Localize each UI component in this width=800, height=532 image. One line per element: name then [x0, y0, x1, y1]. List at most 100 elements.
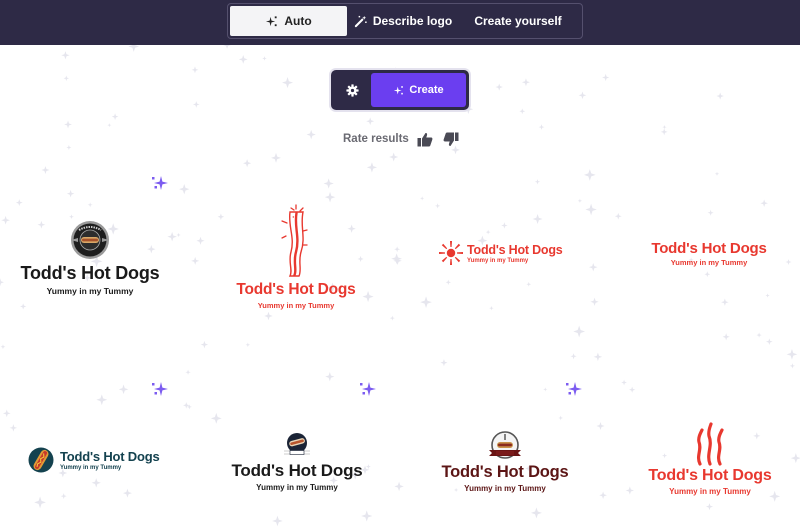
tab-describe-logo[interactable]: Describe logo: [347, 6, 459, 36]
tab-auto-label: Auto: [284, 14, 312, 28]
sparkles-icon: [394, 85, 404, 94]
logo-7-title: Todd's Hot Dogs: [441, 463, 569, 481]
background-sparkle: [192, 101, 200, 108]
background-sparkle: [20, 303, 27, 310]
thumbs-down-icon: [443, 132, 459, 146]
background-sparkle: [325, 372, 335, 382]
background-sparkle: [179, 184, 190, 195]
sparkle-accent-icon: [152, 382, 168, 396]
logo-option-5[interactable]: Todd's Hot Dogs Yummy in my Tummy: [28, 447, 160, 473]
logo-2-title: Todd's Hot Dogs: [236, 281, 356, 298]
logo-option-2[interactable]: Todd's Hot Dogs Yummy in my Tummy: [226, 202, 366, 310]
background-sparkle: [570, 353, 577, 360]
background-sparkle: [107, 123, 112, 128]
background-sparkle: [585, 203, 597, 216]
background-sparkle: [191, 66, 199, 74]
background-sparkle: [596, 422, 605, 431]
background-sparkle: [662, 124, 667, 130]
background-sparkle: [91, 478, 101, 488]
logo-option-7[interactable]: Todd's Hot Dogs Yummy in my Tummy: [432, 430, 578, 493]
background-sparkle: [593, 352, 603, 362]
logo-option-1[interactable]: Todd's Hot Dogs Yummy in my Tummy: [20, 220, 160, 296]
background-sparkle: [532, 214, 543, 224]
create-button[interactable]: Create: [371, 73, 466, 107]
background-sparkle: [185, 369, 191, 375]
background-sparkle: [63, 75, 70, 82]
magic-wand-icon: [354, 15, 367, 27]
background-sparkle: [191, 256, 200, 265]
background-sparkle: [530, 507, 542, 519]
tab-describe-logo-label: Describe logo: [372, 14, 453, 28]
background-sparkle: [34, 496, 46, 509]
background-sparkle: [41, 166, 50, 175]
hotdog-circle-icon: [28, 447, 54, 473]
logo-2-tagline: Yummy in my Tummy: [257, 301, 335, 310]
background-sparkle: [64, 120, 72, 129]
background-sparkle: [200, 340, 209, 349]
background-sparkle: [707, 209, 714, 216]
sunburst-icon: [439, 241, 463, 265]
background-sparkle: [760, 199, 768, 207]
background-sparkle: [721, 298, 729, 306]
background-sparkle: [538, 124, 545, 130]
logo-option-3[interactable]: Todd's Hot Dogs Yummy in my Tummy: [438, 240, 563, 266]
bacon-strip-icon: [281, 204, 308, 277]
logo-option-6[interactable]: Todd's Hot Dogs Yummy in my Tummy: [226, 431, 368, 492]
background-sparkle: [621, 379, 627, 386]
thumbs-down-button[interactable]: [443, 132, 459, 147]
settings-button[interactable]: [334, 73, 371, 107]
background-sparkle: [262, 56, 267, 61]
rate-results: Rate results: [343, 129, 459, 149]
background-sparkle: [282, 77, 294, 89]
background-sparkle: [69, 214, 74, 220]
tab-auto[interactable]: Auto: [230, 6, 347, 36]
background-sparkle: [704, 271, 711, 278]
background-sparkle: [391, 253, 402, 265]
background-sparkle: [196, 236, 205, 245]
background-sparkle: [238, 54, 248, 64]
background-sparkle: [272, 515, 283, 527]
background-sparkle: [714, 171, 720, 176]
hotdog-badge-icon: [284, 433, 310, 455]
hotdog-ribbon-badge-icon: [489, 431, 521, 459]
tab-create-yourself-label: Create yourself: [474, 14, 562, 28]
background-sparkle: [389, 315, 395, 321]
logo-option-8[interactable]: Todd's Hot Dogs Yummy in my Tummy: [638, 422, 782, 496]
logo-6-title: Todd's Hot Dogs: [231, 461, 363, 480]
background-sparkle: [722, 333, 730, 341]
background-sparkle: [366, 162, 378, 173]
background-sparkle: [186, 404, 192, 410]
tab-create-yourself[interactable]: Create yourself: [459, 6, 577, 36]
background-sparkle: [61, 51, 70, 60]
sparkle-accent-icon: [360, 382, 376, 396]
background-sparkle: [495, 83, 503, 91]
background-sparkle: [245, 342, 251, 348]
background-sparkle: [323, 178, 334, 189]
background-sparkle: [573, 325, 586, 338]
rate-results-label: Rate results: [343, 133, 409, 145]
background-sparkle: [558, 415, 564, 421]
background-sparkle: [485, 229, 491, 235]
round-hotdog-badge-icon: [71, 221, 109, 259]
thumbs-up-button[interactable]: [417, 132, 433, 147]
background-sparkle: [66, 189, 75, 198]
mode-switch: Auto Describe logo Create yourself: [227, 3, 583, 39]
logo-1-tagline: Yummy in my Tummy: [46, 286, 134, 296]
logo-5-title: Todd's Hot Dogs: [60, 449, 160, 464]
sparkle-accent-icon: [566, 382, 582, 396]
background-sparkle: [420, 196, 425, 201]
background-sparkle: [271, 152, 281, 163]
background-sparkle: [210, 412, 222, 424]
background-sparkle: [435, 203, 441, 209]
logo-8-tagline: Yummy in my Tummy: [669, 487, 751, 496]
background-sparkle: [128, 45, 140, 52]
logo-7-tagline: Yummy in my Tummy: [464, 484, 546, 493]
top-bar: Auto Describe logo Create yourself: [0, 0, 800, 45]
background-sparkle: [96, 394, 108, 406]
logo-option-4[interactable]: Todd's Hot Dogs Yummy in my Tummy: [636, 240, 782, 267]
background-sparkle: [217, 213, 225, 221]
create-button-label: Create: [409, 84, 444, 96]
background-sparkle: [366, 117, 375, 126]
background-sparkle: [2, 409, 11, 418]
background-sparkle: [625, 486, 635, 495]
